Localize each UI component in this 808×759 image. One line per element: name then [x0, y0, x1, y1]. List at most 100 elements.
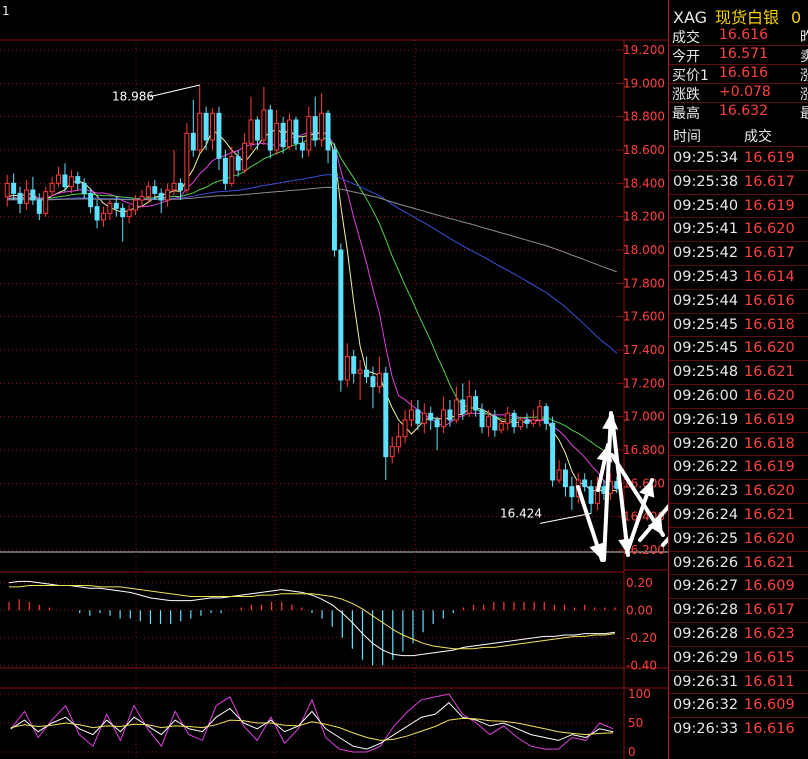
tick-price: 16.623: [744, 626, 795, 642]
tick-row[interactable]: 09:26:32 16.609: [669, 693, 808, 718]
tick-price: 16.611: [744, 673, 795, 690]
price-tick-label: 19.000: [623, 76, 665, 90]
tick-row[interactable]: 09:25:45 16.620: [669, 336, 808, 361]
tick-time: 09:25:48: [673, 364, 739, 381]
price-tick-label: 18.600: [623, 143, 665, 157]
candle-body: [299, 142, 305, 151]
header-time: 时间: [673, 129, 701, 145]
price-tick-label: 18.400: [623, 176, 665, 190]
tick-row[interactable]: 09:26:00 16.620: [669, 384, 808, 409]
symbol-title: XAG 现货白银 0: [673, 4, 801, 28]
tick-row[interactable]: 09:26:22 16.619: [669, 455, 808, 480]
candle-body: [524, 419, 530, 424]
tick-row[interactable]: 09:25:45 16.618: [669, 312, 808, 338]
symbol-name: 现货白银: [715, 8, 780, 27]
tick-time: 09:25:41: [673, 221, 739, 238]
candle-body: [171, 182, 177, 191]
symbol-code: XAG: [673, 8, 708, 27]
tick-time: 09:26:26: [673, 554, 739, 571]
candle-body: [511, 412, 517, 428]
tick-row[interactable]: 09:25:43 16.614: [669, 265, 808, 290]
candle-body: [319, 112, 325, 141]
tick-time: 09:25:45: [673, 316, 739, 333]
candle-body: [344, 356, 350, 381]
candle-body: [133, 199, 139, 211]
tick-time: 09:26:29: [673, 649, 739, 666]
tick-row[interactable]: 09:25:41 16.620: [669, 217, 808, 242]
macd-tick-label: -0.20: [626, 631, 657, 645]
tick-row[interactable]: 09:25:38 16.617: [669, 169, 808, 195]
price-tick-label: 19.200: [623, 43, 665, 57]
candle-body: [11, 182, 17, 194]
candle-body: [177, 182, 183, 191]
tick-row[interactable]: 09:26:19 16.619: [669, 407, 808, 433]
tick-price: 16.609: [744, 578, 795, 595]
tick-row[interactable]: 09:25:48 16.621: [669, 360, 808, 385]
tick-row[interactable]: 09:25:44 16.616: [669, 288, 808, 314]
quote-row: 最高 16.632 最: [669, 103, 808, 122]
tick-row[interactable]: 09:25:34 16.619: [669, 146, 808, 171]
chart-background: [0, 0, 668, 759]
candle-body: [582, 479, 588, 488]
candle-body: [254, 119, 260, 141]
candle-body: [139, 196, 145, 201]
candle-body: [550, 422, 556, 481]
kline-chart[interactable]: 18.986 16.424 19.200 19.000 18.800 18.600 18.…: [0, 0, 668, 759]
candle-body: [36, 199, 42, 214]
candle-body: [466, 396, 472, 414]
quote-value: +0.078: [719, 84, 771, 100]
tick-price: 16.617: [744, 602, 795, 619]
macd-tick-label: 0.00: [626, 603, 653, 617]
tick-row[interactable]: 09:26:23 16.620: [669, 479, 808, 504]
candle-body: [216, 112, 222, 159]
candle-body: [261, 109, 267, 141]
tick-row[interactable]: 09:26:29 16.615: [669, 645, 808, 671]
tick-time: 09:25:40: [673, 197, 739, 214]
candle-body: [280, 122, 286, 148]
candle-body: [235, 156, 241, 171]
tick-row[interactable]: 09:26:33 16.616: [669, 717, 808, 742]
quote-value: 16.616: [719, 27, 768, 43]
quote-trail-label: 涨: [800, 65, 808, 85]
price-tick-label: 18.800: [623, 110, 665, 124]
candle-body: [389, 446, 395, 458]
quote-row: 成交 16.616 昨: [669, 27, 808, 46]
tick-price: 16.620: [744, 388, 795, 404]
tick-price: 16.620: [744, 483, 795, 500]
candle-body: [351, 356, 357, 374]
candle-body: [203, 112, 209, 141]
candle-body: [485, 416, 491, 428]
tick-time: 09:25:42: [673, 245, 739, 262]
tick-row[interactable]: 09:26:31 16.611: [669, 669, 808, 695]
tick-row[interactable]: 09:25:42 16.617: [669, 241, 808, 266]
candle-body: [473, 396, 479, 411]
low-annotation: 16.424: [500, 506, 542, 520]
candle-body: [165, 189, 171, 201]
tick-price: 16.621: [744, 554, 795, 571]
tick-time: 09:26:32: [673, 697, 739, 714]
tick-row[interactable]: 09:25:40 16.619: [669, 193, 808, 219]
price-tick-label: 17.600: [623, 310, 665, 324]
candle-body: [62, 174, 68, 188]
tick-price: 16.616: [744, 292, 795, 309]
candle-body: [402, 419, 408, 438]
tick-row[interactable]: 09:26:28 16.617: [669, 598, 808, 623]
candle-body: [505, 412, 511, 424]
tick-price: 16.621: [744, 364, 795, 381]
candle-body: [49, 182, 55, 193]
tick-row[interactable]: 09:26:25 16.620: [669, 526, 808, 552]
tick-row[interactable]: 09:26:24 16.621: [669, 503, 808, 528]
candle-body: [441, 409, 447, 428]
candle-body: [492, 416, 498, 431]
candle-body: [113, 202, 119, 209]
candle-body: [357, 369, 363, 374]
candle-body: [56, 174, 62, 184]
quote-row: 今开 16.571 卖: [669, 46, 808, 65]
tick-row[interactable]: 09:26:28 16.623: [669, 622, 808, 647]
tick-row[interactable]: 09:26:26 16.621: [669, 550, 808, 576]
tick-row[interactable]: 09:26:20 16.618: [669, 431, 808, 457]
quote-label: 最高: [672, 106, 700, 122]
tick-price: 16.618: [744, 316, 795, 333]
tick-row[interactable]: 09:26:27 16.609: [669, 574, 808, 599]
tick-list-header: 时间 成交: [669, 124, 808, 146]
